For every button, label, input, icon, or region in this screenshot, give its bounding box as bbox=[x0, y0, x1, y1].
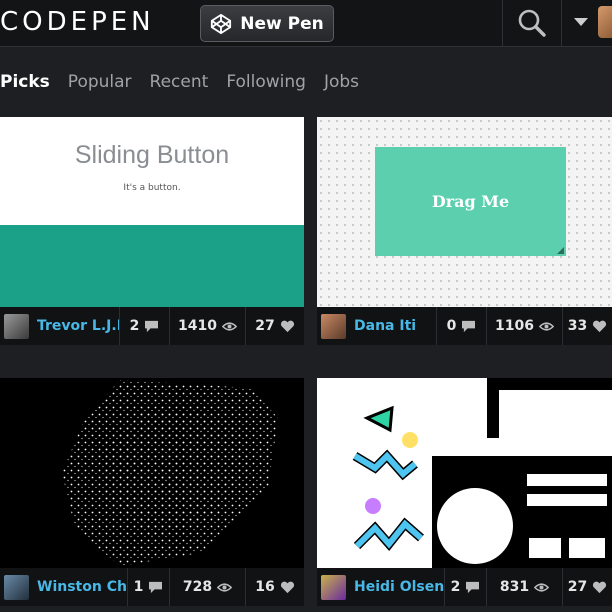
author-avatar bbox=[321, 313, 346, 339]
views-stat: 1410 bbox=[170, 307, 246, 345]
comment-count: 0 bbox=[446, 318, 457, 334]
codepen-cube-icon bbox=[211, 13, 232, 34]
comments-stat[interactable]: 2 bbox=[120, 307, 170, 345]
heart-count: 16 bbox=[255, 579, 275, 595]
heart-icon bbox=[280, 581, 294, 593]
author-name: Winston Chow bbox=[37, 579, 127, 595]
pen-preview[interactable] bbox=[317, 378, 612, 568]
view-count: 728 bbox=[182, 579, 213, 595]
comment-icon bbox=[462, 320, 476, 332]
hearts-stat[interactable]: 33 bbox=[563, 307, 612, 345]
tab-recent[interactable]: Recent bbox=[150, 72, 209, 92]
comment-count: 2 bbox=[450, 579, 461, 595]
hearts-stat[interactable]: 27 bbox=[563, 568, 612, 606]
comments-stat[interactable]: 2 bbox=[445, 568, 487, 606]
hearts-stat[interactable]: 27 bbox=[246, 307, 304, 345]
hearts-stat[interactable]: 16 bbox=[246, 568, 304, 606]
author-avatar bbox=[321, 574, 346, 600]
tab-picks[interactable]: Picks bbox=[0, 72, 50, 92]
views-stat: 831 bbox=[487, 568, 563, 606]
eye-icon bbox=[217, 582, 233, 592]
preview-subtitle: It's a button. bbox=[123, 183, 181, 193]
top-bar: CODEPEN New Pen bbox=[0, 0, 612, 47]
caret-down-icon[interactable] bbox=[574, 18, 588, 26]
author-avatar bbox=[4, 574, 29, 600]
author-name: Dana Iti bbox=[354, 318, 417, 334]
comment-icon bbox=[466, 581, 480, 593]
pen-preview[interactable]: Sliding Button It's a button. bbox=[0, 117, 304, 307]
view-count: 1106 bbox=[495, 318, 534, 334]
comment-count: 2 bbox=[129, 318, 140, 334]
user-avatar[interactable] bbox=[598, 6, 612, 38]
comments-stat[interactable]: 0 bbox=[437, 307, 487, 345]
pen-author[interactable]: Winston Chow bbox=[0, 568, 128, 606]
tab-popular[interactable]: Popular bbox=[68, 72, 132, 92]
search-icon bbox=[518, 9, 546, 37]
memphis-boombox-graphic bbox=[352, 378, 612, 568]
new-pen-button[interactable]: New Pen bbox=[200, 5, 334, 42]
pen-filter-tabs: Picks Popular Recent Following Jobs bbox=[0, 62, 359, 102]
author-name: Trevor L.J.M. bbox=[37, 318, 119, 334]
author-avatar bbox=[4, 313, 29, 339]
heart-icon bbox=[280, 320, 294, 332]
preview-title: Sliding Button bbox=[74, 141, 230, 169]
drag-me-box: Drag Me bbox=[375, 147, 566, 256]
tab-jobs[interactable]: Jobs bbox=[324, 72, 359, 92]
tab-following[interactable]: Following bbox=[226, 72, 306, 92]
resize-grip-icon bbox=[557, 247, 564, 254]
eye-icon bbox=[538, 321, 554, 331]
view-count: 1410 bbox=[178, 318, 217, 334]
particle-preview-graphic bbox=[62, 380, 278, 566]
pen-author[interactable]: Heidi Olsen bbox=[317, 568, 445, 606]
pen-footer: Dana Iti 0 1106 33 bbox=[317, 307, 612, 345]
heart-count: 27 bbox=[255, 318, 275, 334]
heart-count: 27 bbox=[567, 579, 588, 595]
pen-footer: Winston Chow 1 728 16 bbox=[0, 568, 304, 606]
preview-white-area bbox=[0, 117, 304, 225]
author-name: Heidi Olsen bbox=[354, 579, 444, 595]
pen-author[interactable]: Dana Iti bbox=[317, 307, 437, 345]
comment-count: 1 bbox=[133, 579, 144, 595]
heart-icon bbox=[593, 320, 607, 332]
comment-icon bbox=[149, 581, 163, 593]
eye-icon bbox=[534, 582, 550, 592]
drag-me-text: Drag Me bbox=[431, 192, 510, 211]
pen-preview[interactable]: Drag Me bbox=[317, 117, 612, 307]
view-count: 831 bbox=[499, 579, 530, 595]
pen-author[interactable]: Trevor L.J.M. bbox=[0, 307, 120, 345]
pen-preview[interactable] bbox=[0, 378, 304, 568]
pen-footer: Trevor L.J.M. 2 1410 27 bbox=[0, 307, 304, 345]
heart-icon bbox=[593, 581, 607, 593]
comments-stat[interactable]: 1 bbox=[128, 568, 170, 606]
codepen-logo[interactable]: CODEPEN bbox=[0, 6, 155, 38]
views-stat: 728 bbox=[170, 568, 246, 606]
new-pen-label: New Pen bbox=[240, 13, 324, 34]
logo-text: CODEPEN bbox=[0, 7, 155, 37]
views-stat: 1106 bbox=[487, 307, 563, 345]
heart-count: 33 bbox=[567, 318, 588, 334]
pen-footer: Heidi Olsen 2 831 27 bbox=[317, 568, 612, 606]
comment-icon bbox=[145, 320, 159, 332]
search-button[interactable] bbox=[502, 0, 562, 46]
preview-green-band bbox=[0, 225, 304, 307]
eye-icon bbox=[221, 321, 237, 331]
